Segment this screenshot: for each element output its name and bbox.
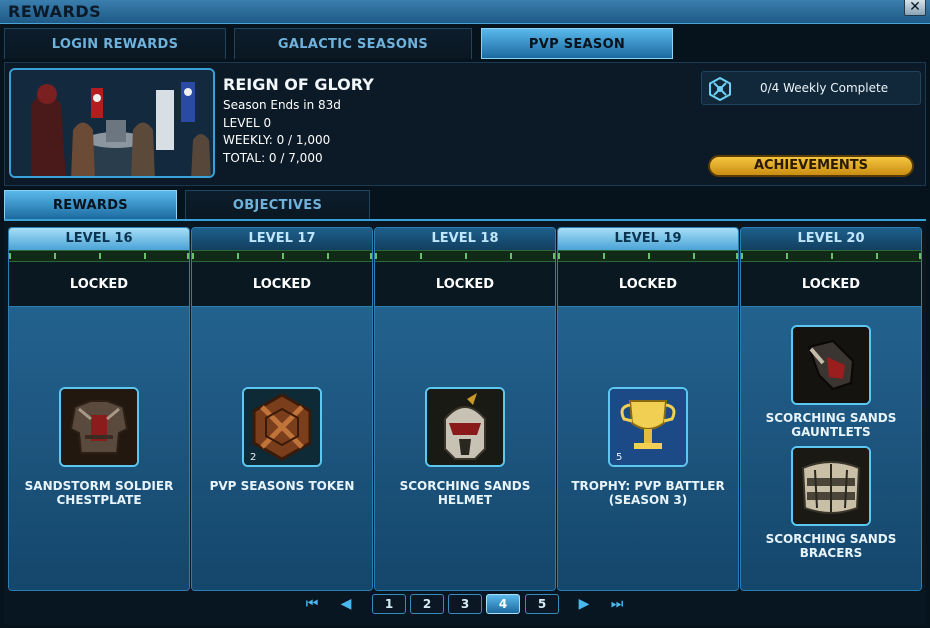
close-button[interactable]: ✕ xyxy=(904,0,926,16)
level-status: LOCKED xyxy=(192,262,372,307)
reward-quantity: 5 xyxy=(616,452,623,463)
achievements-button[interactable]: ACHIEVEMENTS xyxy=(708,155,914,177)
prev-page-icon[interactable]: ◀ xyxy=(336,596,356,612)
token-icon[interactable]: 2 xyxy=(242,387,322,467)
season-title: REIGN OF GLORY xyxy=(223,75,374,94)
reward-item[interactable]: SANDSTORM SOLDIER CHESTPLATE xyxy=(9,387,189,507)
next-page-icon[interactable]: ▶ xyxy=(574,596,594,612)
season-ends: Season Ends in 83d xyxy=(223,98,341,112)
level-progress-bar xyxy=(558,250,738,262)
level-column: LEVEL 19 LOCKED 5 TROPHY: PVP BATTLER (S… xyxy=(557,227,739,591)
tab-galactic-seasons[interactable]: GALACTIC SEASONS xyxy=(234,28,472,59)
reward-item[interactable]: SCORCHING SANDS HELMET xyxy=(375,387,555,507)
level-column: LEVEL 20 LOCKED SCORCHING SANDS GAUNTLET xyxy=(740,227,922,591)
helmet-icon[interactable] xyxy=(425,387,505,467)
page-button-5[interactable]: 5 xyxy=(525,594,559,614)
level-status: LOCKED xyxy=(9,262,189,307)
level-progress-bar xyxy=(375,250,555,262)
level-column: LEVEL 16 LOCKED SANDSTORM SOLDIER CHESTP… xyxy=(8,227,190,591)
season-banner-image xyxy=(9,68,215,178)
reward-item[interactable]: SCORCHING SANDS BRACERS xyxy=(741,446,921,560)
reward-name: SCORCHING SANDS BRACERS xyxy=(765,532,897,560)
level-status: LOCKED xyxy=(375,262,555,307)
reward-item[interactable]: SCORCHING SANDS GAUNTLETS xyxy=(741,325,921,439)
chestplate-icon[interactable] xyxy=(59,387,139,467)
page-button-3[interactable]: 3 xyxy=(448,594,482,614)
title-bar: REWARDS ✕ xyxy=(0,0,930,24)
trophy-icon[interactable]: 5 xyxy=(608,387,688,467)
tab-login-rewards[interactable]: LOGIN REWARDS xyxy=(4,28,226,59)
level-rewards: SCORCHING SANDS GAUNTLETS SCORCHING SAND… xyxy=(741,307,921,590)
level-header: LEVEL 17 xyxy=(192,228,372,250)
season-header: REIGN OF GLORY Season Ends in 83d LEVEL … xyxy=(4,62,926,186)
rewards-panel: LEVEL 16 LOCKED SANDSTORM SOLDIER CHESTP… xyxy=(4,219,926,625)
tab-objectives[interactable]: OBJECTIVES xyxy=(185,190,370,220)
weekly-emblem-icon xyxy=(708,76,732,102)
tab-pvp-season[interactable]: PVP SEASON xyxy=(481,28,673,59)
reward-item[interactable]: 5 TROPHY: PVP BATTLER (SEASON 3) xyxy=(558,387,738,507)
reward-name: PVP SEASONS TOKEN xyxy=(209,479,355,493)
first-page-icon[interactable]: ⏮ xyxy=(302,596,322,612)
level-rewards: SANDSTORM SOLDIER CHESTPLATE xyxy=(9,307,189,590)
level-status: LOCKED xyxy=(741,262,921,307)
window-title: REWARDS xyxy=(8,2,102,21)
reward-name: SCORCHING SANDS HELMET xyxy=(399,479,531,507)
level-header: LEVEL 18 xyxy=(375,228,555,250)
level-column: LEVEL 18 LOCKED SCORCHING SANDS HELMET xyxy=(374,227,556,591)
level-progress-bar xyxy=(192,250,372,262)
season-level: LEVEL 0 xyxy=(223,115,272,130)
bracers-icon[interactable] xyxy=(791,446,871,526)
level-columns: LEVEL 16 LOCKED SANDSTORM SOLDIER CHESTP… xyxy=(8,227,923,591)
last-page-icon[interactable]: ⏭ xyxy=(607,596,627,612)
level-status: LOCKED xyxy=(558,262,738,307)
page-button-1[interactable]: 1 xyxy=(372,594,406,614)
level-rewards: 5 TROPHY: PVP BATTLER (SEASON 3) xyxy=(558,307,738,590)
weekly-complete-box: 0/4 Weekly Complete xyxy=(701,71,921,105)
pagination: ⏮ ◀ 1 2 3 4 5 ▶ ⏭ xyxy=(0,594,930,618)
reward-name: SCORCHING SANDS GAUNTLETS xyxy=(765,411,897,439)
weekly-complete-text: 0/4 Weekly Complete xyxy=(760,81,889,95)
level-progress-bar xyxy=(741,250,921,262)
level-progress-bar xyxy=(9,250,189,262)
season-info: REIGN OF GLORY Season Ends in 83d LEVEL … xyxy=(223,75,374,167)
level-header: LEVEL 19 xyxy=(558,228,738,250)
level-column: LEVEL 17 LOCKED 2 PVP SEASONS TOKEN xyxy=(191,227,373,591)
season-weekly: WEEKLY: 0 / 1,000 xyxy=(223,133,331,147)
reward-name: TROPHY: PVP BATTLER (SEASON 3) xyxy=(571,479,725,507)
tab-rewards[interactable]: REWARDS xyxy=(4,190,177,220)
page-button-4[interactable]: 4 xyxy=(486,594,520,614)
reward-quantity: 2 xyxy=(250,452,257,463)
level-header: LEVEL 16 xyxy=(9,228,189,250)
page-button-2[interactable]: 2 xyxy=(410,594,444,614)
level-rewards: 2 PVP SEASONS TOKEN xyxy=(192,307,372,590)
level-rewards: SCORCHING SANDS HELMET xyxy=(375,307,555,590)
reward-item[interactable]: 2 PVP SEASONS TOKEN xyxy=(192,387,372,493)
season-total: TOTAL: 0 / 7,000 xyxy=(223,150,323,165)
gauntlets-icon[interactable] xyxy=(791,325,871,405)
reward-name: SANDSTORM SOLDIER CHESTPLATE xyxy=(24,479,174,507)
level-header: LEVEL 20 xyxy=(741,228,921,250)
